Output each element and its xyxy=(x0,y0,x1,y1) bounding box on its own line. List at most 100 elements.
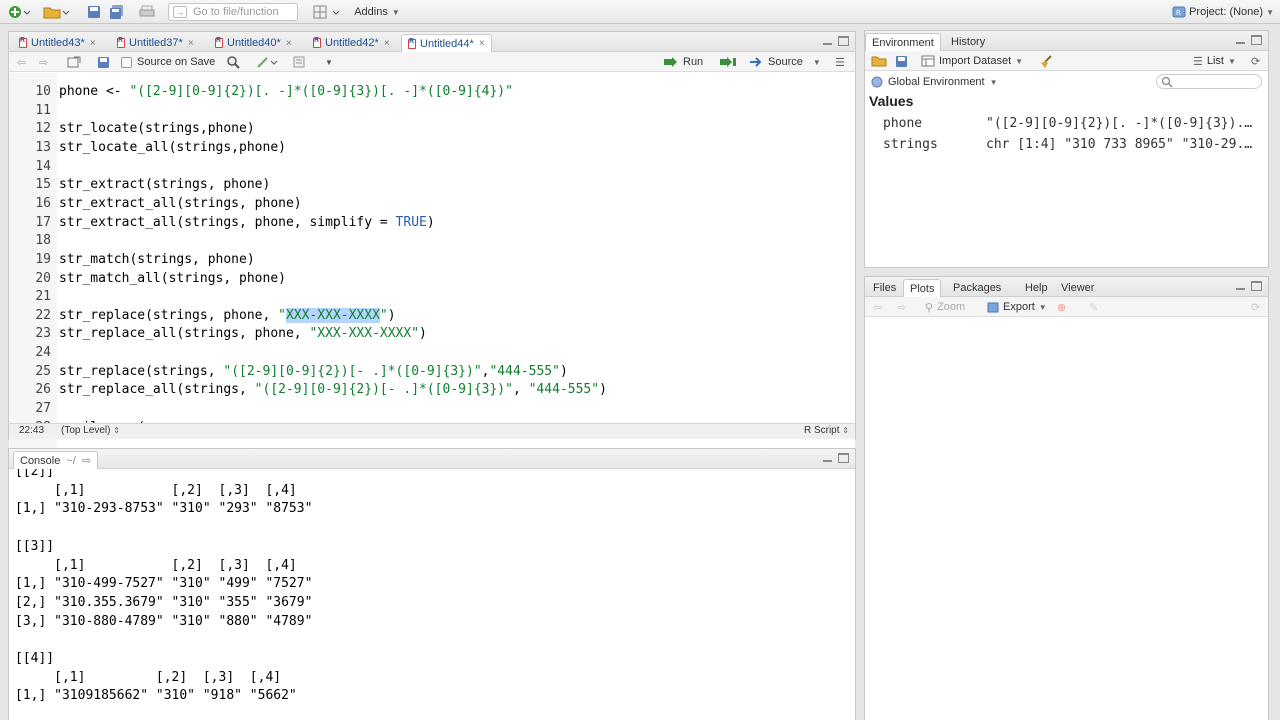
tab-label: Untitled40* xyxy=(227,37,281,49)
forward-icon[interactable]: ⇨ xyxy=(39,55,48,69)
outline-icon[interactable]: ☰ xyxy=(835,55,845,69)
clear-workspace-button[interactable] xyxy=(1039,54,1053,68)
close-icon[interactable]: × xyxy=(384,38,390,49)
code-line[interactable]: 12 str_locate(strings,phone) xyxy=(9,119,855,138)
folder-icon xyxy=(43,7,69,19)
next-plot-icon[interactable]: ⇨ xyxy=(897,300,906,314)
remove-plot-icon[interactable]: ⊗ xyxy=(1057,300,1066,314)
compile-report-button[interactable] xyxy=(293,55,323,69)
code-line[interactable]: 18 xyxy=(9,231,855,250)
maximize-pane-button[interactable] xyxy=(838,453,849,463)
maximize-pane-button[interactable] xyxy=(838,36,849,46)
workspace-panes-button[interactable] xyxy=(312,4,342,20)
source-button[interactable]: Source ▼ xyxy=(749,55,821,69)
zoom-button[interactable]: ⚲ Zoom xyxy=(925,300,965,314)
global-environment-menu[interactable]: Global Environment ▼ xyxy=(871,75,998,89)
maximize-pane-button[interactable] xyxy=(1251,35,1262,45)
tab-untitled42[interactable]: Untitled42* × xyxy=(307,34,396,52)
save-all-icon xyxy=(110,5,123,19)
scope-menu[interactable]: (Top Level) ⇕ xyxy=(61,425,120,436)
tab-viewer[interactable]: Viewer xyxy=(1055,279,1100,297)
new-file-button[interactable] xyxy=(6,4,32,20)
print-button[interactable] xyxy=(138,4,156,20)
close-icon[interactable]: × xyxy=(90,38,96,49)
import-dataset-button[interactable]: Import Dataset ▼ xyxy=(921,54,1023,68)
open-project-button[interactable] xyxy=(42,4,70,20)
code-line[interactable]: 15 str_extract(strings, phone) xyxy=(9,175,855,194)
code-line[interactable]: 23 str_replace_all(strings, phone, "XXX-X… xyxy=(9,324,855,343)
minimize-pane-button[interactable] xyxy=(822,36,833,46)
code-line[interactable]: 14 xyxy=(9,157,855,176)
show-in-window-button[interactable] xyxy=(67,55,81,69)
load-workspace-button[interactable] xyxy=(871,54,887,68)
code-line[interactable]: 22 str_replace(strings, phone, "XXX-XXX-X… xyxy=(9,306,855,325)
rerun-button[interactable] xyxy=(719,55,737,69)
refresh-icon[interactable]: ⟳ xyxy=(1251,54,1260,68)
source-on-save-checkbox[interactable]: Source on Save xyxy=(121,55,215,69)
minimize-pane-button[interactable] xyxy=(1235,35,1246,45)
console-line: [[4]] xyxy=(15,651,55,666)
code-line[interactable]: 25 str_replace(strings, "([2-9][0-9]{2})[… xyxy=(9,362,855,381)
language-menu[interactable]: R Script ⇕ xyxy=(804,425,849,436)
environment-value-row[interactable]: strings chr [1:4] "310 733 8965" "310-29.… xyxy=(865,134,1268,155)
tab-environment[interactable]: Environment xyxy=(865,33,941,51)
chevron-down-icon[interactable]: ▼ xyxy=(325,55,333,69)
close-icon[interactable]: × xyxy=(479,38,485,49)
console-output[interactable]: [[2]] [,1] [,2] [,3] [,4] [1,] "310-293-… xyxy=(9,469,855,720)
code-line[interactable]: 21 xyxy=(9,287,855,306)
minimize-pane-button[interactable] xyxy=(1235,281,1246,291)
code-tools-button[interactable] xyxy=(257,55,281,69)
run-arrow-icon xyxy=(664,57,677,67)
tab-history[interactable]: History xyxy=(945,33,991,51)
code-line[interactable]: 20 str_match_all(strings, phone) xyxy=(9,269,855,288)
save-all-button[interactable] xyxy=(108,4,126,20)
r-file-icon xyxy=(117,37,125,48)
find-button[interactable] xyxy=(227,55,240,69)
tab-files[interactable]: Files xyxy=(867,279,902,297)
previous-plot-icon[interactable]: ⇦ xyxy=(873,300,882,314)
tab-packages[interactable]: Packages xyxy=(947,279,1007,297)
environment-search-input[interactable] xyxy=(1156,74,1262,89)
tab-untitled44[interactable]: Untitled44* × xyxy=(401,34,492,52)
code-line[interactable]: 11 xyxy=(9,101,855,120)
import-label: Import Dataset xyxy=(939,55,1012,67)
goto-dir-icon[interactable]: ⇨ xyxy=(82,454,91,467)
code-line[interactable]: 27 xyxy=(9,399,855,418)
project-icon: R xyxy=(1172,6,1186,18)
code-line[interactable]: 13 str_locate_all(strings,phone) xyxy=(9,138,855,157)
run-button[interactable]: Run xyxy=(663,55,703,69)
tab-plots[interactable]: Plots xyxy=(903,279,942,297)
code-line[interactable]: 10 phone <- "([2-9][0-9]{2})[. -]*([0-9]{… xyxy=(9,82,855,101)
tab-help[interactable]: Help xyxy=(1019,279,1054,297)
tab-untitled37[interactable]: Untitled37* × xyxy=(111,34,200,52)
save-file-button[interactable] xyxy=(97,55,110,69)
view-mode-menu[interactable]: ☰ List ▼ xyxy=(1193,54,1236,68)
close-icon[interactable]: × xyxy=(286,38,292,49)
code-line[interactable]: 17 str_extract_all(strings, phone, simpli… xyxy=(9,213,855,232)
maximize-pane-button[interactable] xyxy=(1251,281,1262,291)
tab-untitled40[interactable]: Untitled40* × xyxy=(209,34,298,52)
clear-plots-icon[interactable]: ✎ xyxy=(1089,300,1098,314)
tab-label: Untitled43* xyxy=(31,37,85,49)
back-icon[interactable]: ⇦ xyxy=(17,55,26,69)
save-button[interactable] xyxy=(86,4,102,20)
refresh-icon[interactable]: ⟳ xyxy=(1251,300,1260,314)
goto-placeholder: Go to file/function xyxy=(193,6,279,18)
tab-untitled43[interactable]: Untitled43* × xyxy=(13,34,102,52)
project-menu[interactable]: R Project: (None) ▼ xyxy=(1170,4,1274,20)
environment-tabbar: Environment History xyxy=(865,31,1268,51)
minimize-pane-button[interactable] xyxy=(822,453,833,463)
save-workspace-button[interactable] xyxy=(895,54,908,68)
code-line[interactable]: 26 str_replace_all(strings, "([2-9][0-9]{… xyxy=(9,380,855,399)
code-line[interactable]: 19 str_match(strings, phone) xyxy=(9,250,855,269)
tab-console[interactable]: Console ~/ ⇨ xyxy=(13,451,99,469)
environment-value-row[interactable]: phone "([2-9][0-9]{2})[. -]*([0-9]{3})... xyxy=(865,113,1268,134)
code-line[interactable]: 16 str_extract_all(strings, phone) xyxy=(9,194,855,213)
code-line[interactable]: 24 xyxy=(9,343,855,362)
export-menu[interactable]: Export ▼ xyxy=(987,300,1047,314)
close-icon[interactable]: × xyxy=(188,38,194,49)
code-editor[interactable]: 10 phone <- "([2-9][0-9]{2})[. -]*([0-9]{… xyxy=(9,73,855,453)
console-line: [,1] [,2] [,3] [,4] xyxy=(15,482,313,498)
addins-menu[interactable]: Addins ▼ xyxy=(352,4,402,20)
goto-file-input[interactable]: → Go to file/function xyxy=(168,3,298,21)
